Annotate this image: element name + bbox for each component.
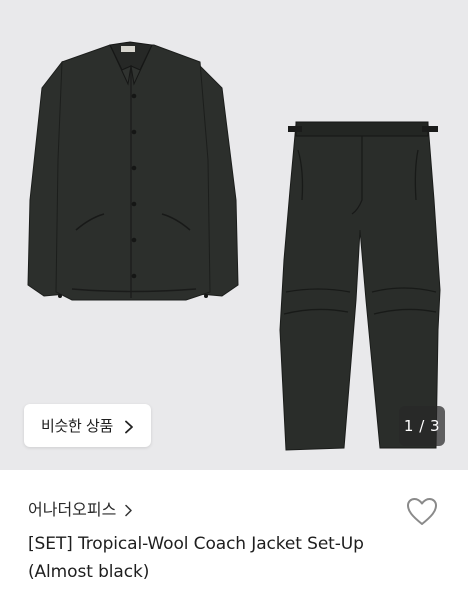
chevron-right-icon: [123, 419, 135, 433]
image-counter: 1 / 3: [399, 406, 445, 446]
product-title: [SET] Tropical-Wool Coach Jacket Set-Up …: [28, 534, 364, 582]
product-image-gallery[interactable]: 비슷한 상품 1 / 3: [0, 0, 468, 470]
jacket-image: [27, 44, 239, 301]
brand-name: 어나더오피스: [28, 500, 117, 519]
wishlist-button[interactable]: [404, 494, 440, 530]
product-image: [27, 41, 441, 451]
brand-link[interactable]: 어나더오피스: [28, 496, 133, 520]
chevron-right-icon: [124, 502, 133, 516]
heart-outline-icon: [407, 498, 437, 525]
similar-products-button[interactable]: 비슷한 상품: [24, 404, 151, 447]
similar-products-label: 비슷한 상품: [41, 417, 113, 435]
